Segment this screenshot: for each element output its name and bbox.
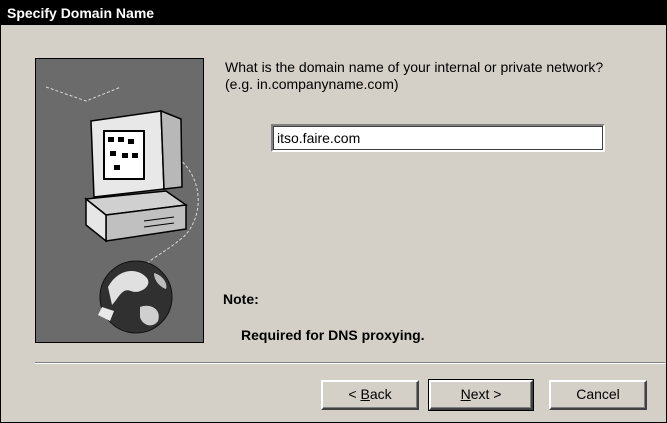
wizard-dialog: Specify Domain Name What is the domain n… — [0, 0, 667, 423]
dialog-title: Specify Domain Name — [1, 1, 666, 25]
back-rest: ack — [369, 386, 392, 402]
question-line-2: (e.g. in.companyname.com) — [225, 76, 399, 92]
question-line-1: What is the domain name of your internal… — [225, 59, 604, 75]
network-computer-illustration — [35, 58, 204, 343]
back-mnemonic: B — [360, 386, 370, 402]
back-button[interactable]: < Back — [321, 380, 419, 410]
back-prefix: < — [348, 386, 361, 402]
note-text: Required for DNS proxying. — [241, 327, 425, 343]
separator-line — [35, 362, 665, 364]
domain-name-input[interactable] — [271, 124, 605, 152]
next-mnemonic: N — [460, 386, 471, 402]
next-button[interactable]: Next > — [428, 379, 534, 411]
cancel-button[interactable]: Cancel — [549, 380, 647, 410]
next-rest: ext > — [470, 386, 502, 402]
domain-question: What is the domain name of your internal… — [225, 59, 645, 93]
note-label: Note: — [223, 291, 259, 307]
